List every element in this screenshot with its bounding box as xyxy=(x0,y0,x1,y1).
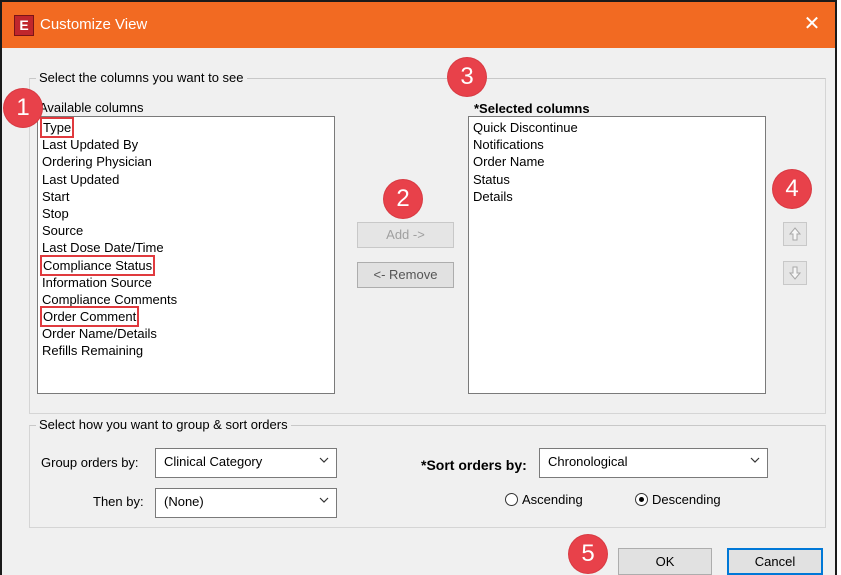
callout-badge-5: 5 xyxy=(569,535,607,573)
arrow-up-icon xyxy=(788,227,802,241)
customize-view-dialog: E Customize View ✕ Select the columns yo… xyxy=(0,0,837,575)
then-by-value: (None) xyxy=(164,494,204,509)
app-icon: E xyxy=(14,15,34,36)
list-item-label: Refills Remaining xyxy=(42,343,144,359)
chevron-down-icon xyxy=(319,457,329,463)
list-item[interactable]: Source xyxy=(42,222,330,239)
list-item[interactable]: Last Updated xyxy=(42,171,330,188)
list-item-label: Source xyxy=(42,223,84,239)
list-item[interactable]: Order Name/Details xyxy=(42,325,330,342)
arrow-down-icon xyxy=(788,266,802,280)
group-by-value: Clinical Category xyxy=(164,454,263,469)
list-item[interactable]: Status xyxy=(473,171,761,188)
ascending-label: Ascending xyxy=(522,492,583,507)
callout-badge-1: 1 xyxy=(4,89,42,127)
group-by-label: Group orders by: xyxy=(41,455,139,470)
callout-badge-4: 4 xyxy=(773,170,811,208)
chevron-down-icon xyxy=(319,497,329,503)
list-item[interactable]: Type xyxy=(39,117,330,138)
columns-group-legend: Select the columns you want to see xyxy=(36,70,247,85)
ascending-radio[interactable]: Ascending xyxy=(505,492,583,507)
list-item[interactable]: Last Dose Date/Time xyxy=(42,239,330,256)
callout-badge-3: 3 xyxy=(448,58,486,96)
list-item-label: Compliance Comments xyxy=(42,291,178,307)
list-item-label: Last Updated xyxy=(42,171,120,187)
ok-button[interactable]: OK xyxy=(618,548,712,575)
list-item[interactable]: Compliance Status xyxy=(39,254,330,276)
highlighted-list-item-label: Type xyxy=(39,117,75,138)
available-columns-label: Available columns xyxy=(39,100,144,115)
sort-by-value: Chronological xyxy=(548,454,628,469)
list-item[interactable]: Information Source xyxy=(42,274,330,291)
remove-button[interactable]: <- Remove xyxy=(357,262,454,288)
list-item-label: Last Updated By xyxy=(42,137,139,153)
add-button[interactable]: Add -> xyxy=(357,222,454,248)
close-icon[interactable]: ✕ xyxy=(799,11,825,37)
callout-badge-2: 2 xyxy=(384,180,422,218)
list-item-label: Last Dose Date/Time xyxy=(42,240,164,256)
then-by-select[interactable]: (None) xyxy=(155,488,337,518)
selected-columns-label: *Selected columns xyxy=(474,101,590,116)
highlighted-list-item-label: Compliance Status xyxy=(39,254,156,276)
descending-radio[interactable]: Descending xyxy=(635,492,721,507)
list-item[interactable]: Compliance Comments xyxy=(42,291,330,308)
list-item-label: Details xyxy=(473,188,513,204)
chevron-down-icon xyxy=(750,457,760,463)
available-columns-list[interactable]: Type Last Updated By Ordering Physician Las… xyxy=(37,116,335,394)
list-item[interactable]: Order Name xyxy=(473,153,761,170)
list-item[interactable]: Start xyxy=(42,188,330,205)
group-by-select[interactable]: Clinical Category xyxy=(155,448,337,478)
highlighted-list-item-label: Order Comment xyxy=(39,306,140,328)
selected-columns-list[interactable]: Quick Discontinue Notifications Order Name… xyxy=(468,116,766,394)
descending-label: Descending xyxy=(652,492,721,507)
list-item-label: Stop xyxy=(42,205,69,221)
sort-by-select[interactable]: Chronological xyxy=(539,448,768,478)
list-item-label: Ordering Physician xyxy=(42,154,152,170)
list-item[interactable]: Details xyxy=(473,188,761,205)
list-item[interactable]: Stop xyxy=(42,205,330,222)
list-item-label: Status xyxy=(473,171,510,187)
sort-by-label: *Sort orders by: xyxy=(421,457,527,473)
list-item-label: Start xyxy=(42,188,70,204)
list-item[interactable]: Last Updated By xyxy=(42,136,330,153)
list-item[interactable]: Order Comment xyxy=(39,306,330,328)
list-item[interactable]: Notifications xyxy=(473,136,761,153)
list-item-label: Quick Discontinue xyxy=(473,120,578,135)
list-item-label: Information Source xyxy=(42,274,152,290)
list-item-label: Notifications xyxy=(473,137,544,153)
ascending-radio-dot xyxy=(505,493,518,506)
window-title: Customize View xyxy=(40,16,148,33)
cancel-button[interactable]: Cancel xyxy=(727,548,823,575)
list-item[interactable]: Quick Discontinue xyxy=(473,119,761,136)
title-bar: E Customize View ✕ xyxy=(2,2,835,48)
move-up-button[interactable] xyxy=(783,222,807,246)
list-item[interactable]: Ordering Physician xyxy=(42,153,330,170)
list-item-label: Order Name/Details xyxy=(42,326,157,342)
descending-radio-dot xyxy=(635,493,648,506)
move-down-button[interactable] xyxy=(783,261,807,285)
then-by-label: Then by: xyxy=(93,494,144,509)
sort-group-legend: Select how you want to group & sort orde… xyxy=(36,417,291,432)
list-item[interactable]: Refills Remaining xyxy=(42,342,330,359)
list-item-label: Order Name xyxy=(473,154,545,170)
